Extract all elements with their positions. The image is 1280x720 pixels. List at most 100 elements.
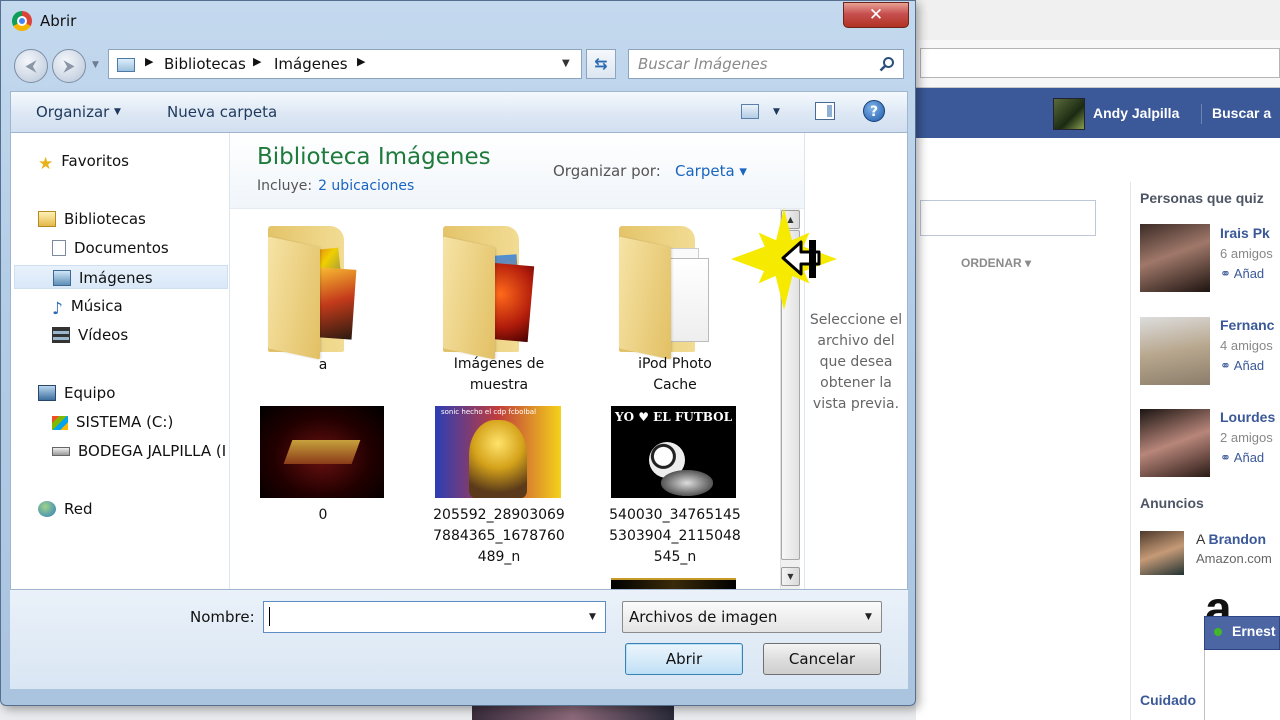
image-content bbox=[469, 420, 527, 498]
sort-dropdown[interactable]: ORDENAR ▾ bbox=[961, 256, 1031, 270]
arrange-by-dropdown[interactable]: Carpeta ▾ bbox=[675, 162, 747, 180]
search-icon[interactable] bbox=[879, 56, 895, 72]
nav-pictures[interactable]: Imágenes bbox=[14, 265, 228, 289]
help-icon[interactable]: ? bbox=[863, 100, 885, 122]
nav-favorites[interactable]: ★ Favoritos bbox=[38, 149, 129, 174]
chevron-down-icon[interactable]: ▼ bbox=[114, 107, 121, 117]
chat-body bbox=[1204, 650, 1280, 720]
nav-libraries[interactable]: Bibliotecas bbox=[38, 207, 146, 231]
nav-computer[interactable]: Equipo bbox=[38, 381, 115, 405]
image-caption: sonic hecho el cdp fcbolbal bbox=[441, 408, 537, 416]
item-label[interactable]: iPod Photo Cache bbox=[590, 354, 760, 396]
friend-name[interactable]: Lourdes bbox=[1220, 409, 1275, 425]
ad-title[interactable]: A Brandon bbox=[1196, 531, 1266, 547]
library-includes: Incluye: 2 ubicaciones bbox=[257, 178, 415, 194]
music-icon: ♪ bbox=[52, 299, 63, 319]
locations-link[interactable]: 2 ubicaciones bbox=[318, 178, 414, 194]
item-label[interactable]: a bbox=[238, 355, 408, 376]
user-name-link[interactable]: Andy Jalpilla bbox=[1093, 105, 1179, 121]
nav-drive-d[interactable]: BODEGA JALPILLA (I bbox=[52, 439, 228, 463]
forward-button[interactable]: ⮞ bbox=[52, 49, 86, 83]
image-content bbox=[283, 440, 361, 464]
close-button[interactable]: ✕ bbox=[843, 2, 909, 28]
nav-documents[interactable]: Documentos bbox=[52, 236, 169, 260]
add-friend-link[interactable]: ⚭ Añad bbox=[1220, 358, 1264, 374]
video-icon bbox=[52, 327, 70, 343]
item-label[interactable]: 205592_28903069 7884365_1678760 489_n bbox=[414, 505, 584, 568]
change-view-icon[interactable] bbox=[741, 104, 759, 119]
bottom-link[interactable]: Cuidado bbox=[1140, 692, 1196, 708]
address-dropdown-icon[interactable]: ▼ bbox=[562, 58, 570, 69]
library-title: Biblioteca Imágenes bbox=[257, 144, 491, 170]
status-input[interactable] bbox=[920, 200, 1096, 236]
scroll-down-icon[interactable]: ▼ bbox=[781, 567, 800, 586]
organize-button[interactable]: Organizar bbox=[36, 103, 109, 121]
find-friends-link[interactable]: Buscar a bbox=[1212, 105, 1271, 121]
ad-photo[interactable] bbox=[1140, 531, 1184, 575]
breadcrumb-arrow-icon[interactable]: ▶ bbox=[145, 55, 153, 68]
pointer-cursor-icon bbox=[781, 240, 821, 278]
browser-address-bar[interactable] bbox=[920, 48, 1280, 78]
add-friend-link[interactable]: ⚭ Añad bbox=[1220, 450, 1264, 466]
cancel-button[interactable]: Cancelar bbox=[763, 643, 881, 675]
new-folder-button[interactable]: Nueva carpeta bbox=[167, 103, 277, 121]
breadcrumb-arrow-icon[interactable]: ▶ bbox=[253, 55, 261, 68]
library-icon bbox=[38, 211, 56, 227]
star-icon: ★ bbox=[38, 154, 54, 174]
mutual-friends: 6 amigos bbox=[1220, 246, 1273, 261]
folder-icon[interactable] bbox=[619, 220, 709, 360]
add-friend-link[interactable]: ⚭ Añad bbox=[1220, 266, 1264, 282]
header-divider bbox=[1201, 104, 1202, 124]
online-indicator-icon bbox=[1214, 628, 1222, 636]
friend-name[interactable]: Fernanc bbox=[1220, 317, 1274, 333]
image-thumbnail[interactable]: YO ♥ EL FUTBOL bbox=[611, 406, 736, 498]
nav-music[interactable]: ♪ Música bbox=[52, 294, 123, 319]
ad-site: Amazon.com bbox=[1196, 551, 1272, 566]
breadcrumb-arrow-icon[interactable]: ▶ bbox=[357, 55, 365, 68]
hard-drive-icon bbox=[52, 447, 70, 456]
user-avatar[interactable] bbox=[1053, 98, 1085, 130]
preview-message: Seleccione el archivo del que desea obte… bbox=[809, 312, 903, 412]
network-icon bbox=[38, 501, 56, 517]
open-button[interactable]: Abrir bbox=[625, 643, 743, 675]
friend-photo[interactable] bbox=[1140, 409, 1210, 477]
document-icon bbox=[52, 240, 66, 256]
file-type-value: Archivos de imagen bbox=[629, 608, 778, 626]
item-label[interactable]: 0 bbox=[238, 505, 408, 526]
recent-locations-dropdown[interactable]: ▼ bbox=[92, 60, 99, 70]
image-caption: YO ♥ EL FUTBOL bbox=[615, 410, 733, 424]
back-button[interactable]: ⮜ bbox=[14, 49, 48, 83]
chat-contact-name[interactable]: Ernest bbox=[1232, 623, 1276, 639]
nav-network[interactable]: Red bbox=[38, 497, 93, 521]
image-thumbnail[interactable] bbox=[611, 578, 736, 589]
nav-drive-c[interactable]: SISTEMA (C:) bbox=[52, 410, 173, 434]
ads-title: Anuncios bbox=[1140, 495, 1204, 511]
folder-icon[interactable] bbox=[268, 220, 357, 360]
system-drive-icon bbox=[52, 416, 68, 430]
breadcrumb-imagenes[interactable]: Imágenes bbox=[274, 55, 348, 73]
image-thumbnail[interactable] bbox=[260, 406, 384, 498]
mutual-friends: 2 amigos bbox=[1220, 430, 1273, 445]
friend-photo[interactable] bbox=[1140, 317, 1210, 385]
filename-label: Nombre: bbox=[190, 608, 255, 626]
friend-photo[interactable] bbox=[1140, 224, 1210, 292]
search-placeholder: Buscar Imágenes bbox=[638, 55, 768, 73]
arrange-by-label: Organizar por: bbox=[553, 162, 661, 180]
mutual-friends: 4 amigos bbox=[1220, 338, 1273, 353]
image-thumbnail[interactable]: sonic hecho el cdp fcbolbal bbox=[435, 406, 561, 498]
folder-icon[interactable] bbox=[443, 220, 535, 360]
breadcrumb-bibliotecas[interactable]: Bibliotecas bbox=[164, 55, 246, 73]
item-label[interactable]: 540030_34765145 5303904_2115048 545_n bbox=[590, 505, 760, 568]
chevron-down-icon[interactable]: ▼ bbox=[773, 107, 780, 117]
friend-name[interactable]: Irais Pk bbox=[1220, 225, 1270, 241]
chevron-down-icon[interactable]: ▼ bbox=[865, 612, 872, 622]
nav-videos[interactable]: Vídeos bbox=[52, 323, 128, 347]
filename-dropdown-icon[interactable]: ▼ bbox=[589, 612, 596, 622]
preview-pane-icon[interactable] bbox=[815, 102, 835, 120]
refresh-button[interactable]: ⇆ bbox=[586, 49, 616, 79]
item-label[interactable]: Imágenes de muestra bbox=[414, 354, 584, 396]
text-caret bbox=[269, 607, 270, 626]
filename-input[interactable] bbox=[263, 601, 606, 633]
dialog-title: Abrir bbox=[40, 12, 77, 30]
people-you-may-know-title: Personas que quiz bbox=[1140, 190, 1264, 206]
